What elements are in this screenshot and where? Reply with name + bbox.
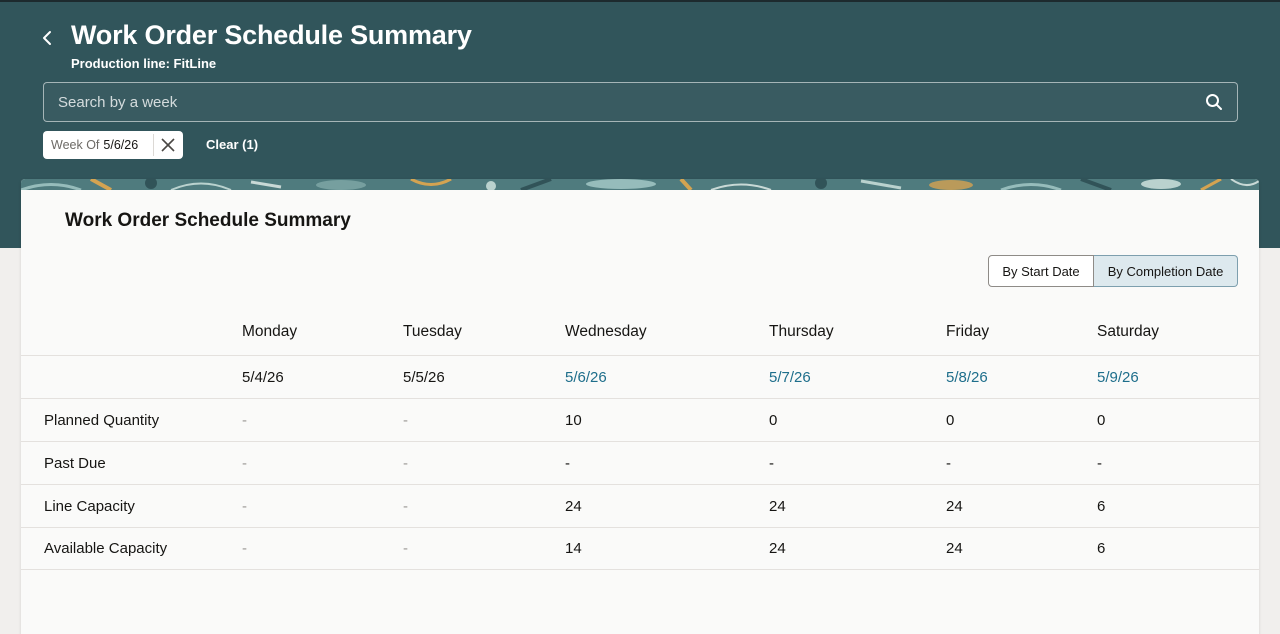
by-start-date-button[interactable]: By Start Date [988,255,1094,287]
table-header-row: Monday Tuesday Wednesday Thursday Friday… [21,309,1259,355]
chevron-left-icon [43,31,51,45]
table-cell: - [565,454,570,472]
table-cell: 0 [769,411,778,429]
table-cell: - [946,454,951,472]
table-cell: 24 [946,497,963,515]
page-title: Work Order Schedule Summary [71,20,472,50]
summary-card: Work Order Schedule Summary By Start Dat… [21,179,1259,634]
column-header-day: Tuesday [403,323,462,340]
search-input[interactable] [58,83,1178,121]
decorative-banner [21,179,1259,190]
card-title: Work Order Schedule Summary [65,210,351,231]
table-row: Line Capacity - - 24 24 24 6 [21,484,1259,527]
filter-chip-value: 5/6/26 [103,138,139,152]
date-link[interactable]: 5/7/26 [769,356,811,398]
table-cell: - [403,540,408,557]
table-cell: 10 [565,411,582,429]
table-row: Past Due - - - - - - [21,441,1259,484]
date-link[interactable]: 5/6/26 [565,356,607,398]
filter-chip-label: Week Of [51,138,100,152]
table-cell: - [242,454,247,472]
table-row: Available Capacity - - 14 24 24 6 [21,527,1259,570]
row-label: Available Capacity [44,540,168,557]
table-cell: - [242,540,247,557]
close-icon[interactable] [159,136,177,154]
table-cell: 0 [1097,411,1106,429]
table-cell: 24 [769,497,786,515]
search-box [43,82,1238,122]
row-label: Past Due [44,454,106,472]
column-header-day: Saturday [1097,323,1160,340]
table-cell: 24 [769,540,786,557]
search-icon[interactable] [1205,93,1223,111]
date-link[interactable]: 5/9/26 [1097,356,1139,398]
table-cell: - [242,411,247,429]
date-cell: 5/5/26 [403,368,445,386]
date-link[interactable]: 5/8/26 [946,356,988,398]
table-row: Planned Quantity - - 10 0 0 0 [21,398,1259,441]
filter-chip: Week Of 5/6/26 [43,131,183,159]
date-mode-toggle: By Start Date By Completion Date [988,255,1238,287]
table-cell: 0 [946,411,955,429]
column-header-day: Wednesday [565,323,647,340]
table-cell: 24 [946,540,963,557]
row-label: Line Capacity [44,497,135,515]
table-cell: - [403,497,408,515]
column-header-day: Thursday [769,323,834,340]
page-subtitle: Production line: FitLine [71,56,217,71]
table-cell: - [403,411,408,429]
table-cell: 6 [1097,540,1106,557]
table-cell: - [1097,454,1102,472]
clear-filters-button[interactable]: Clear (1) [206,137,258,152]
table-row-dates: 5/4/26 5/5/26 5/6/26 5/7/26 5/8/26 5/9/2… [21,355,1259,398]
table-cell: - [403,454,408,472]
column-header-day: Friday [946,323,990,340]
table-cell: - [769,454,774,472]
table-cell: 24 [565,497,582,515]
table-cell: - [242,497,247,515]
chip-divider [153,134,154,156]
by-completion-date-button[interactable]: By Completion Date [1094,255,1238,287]
back-button[interactable] [36,26,60,50]
table-cell: 6 [1097,497,1106,515]
date-cell: 5/4/26 [242,368,284,386]
column-header-day: Monday [242,323,298,340]
row-label: Planned Quantity [44,411,160,429]
table-cell: 14 [565,540,582,557]
schedule-table: Monday Tuesday Wednesday Thursday Friday… [21,309,1259,570]
